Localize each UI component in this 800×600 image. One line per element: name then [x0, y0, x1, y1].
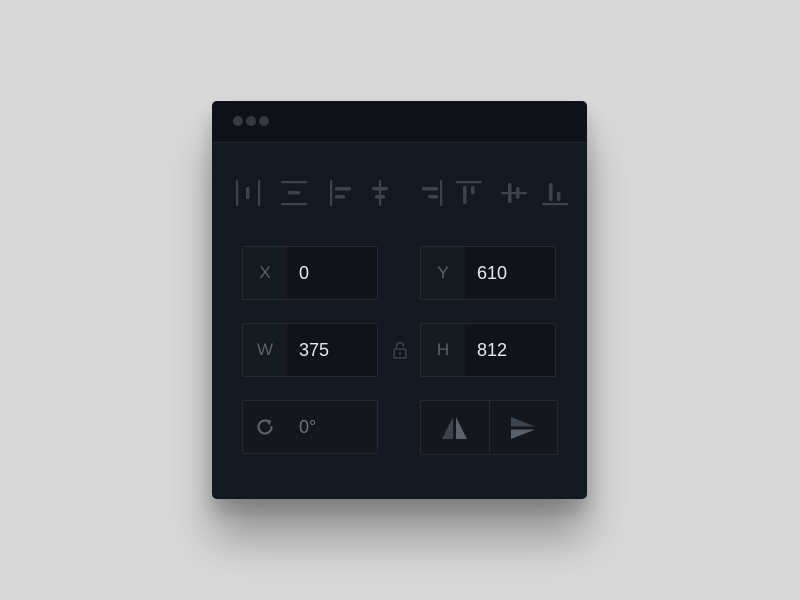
align-top-icon[interactable]: [456, 181, 482, 204]
align-middle-vertical-icon[interactable]: [501, 183, 527, 203]
height-field[interactable]: H 812: [420, 323, 556, 377]
close-button[interactable]: [233, 116, 243, 126]
inspector-window: X 0 Y 610 W 375 H 812 0°: [212, 101, 587, 499]
window-titlebar[interactable]: [212, 101, 587, 143]
flip-horizontal-icon: [441, 416, 467, 439]
x-input[interactable]: 0: [287, 247, 377, 299]
y-field[interactable]: Y 610: [420, 246, 556, 300]
distribute-horizontal-icon[interactable]: [236, 180, 261, 206]
x-label: X: [243, 247, 287, 299]
y-input[interactable]: 610: [465, 247, 555, 299]
rotation-field[interactable]: 0°: [242, 400, 378, 454]
align-bottom-icon[interactable]: [542, 183, 568, 206]
desktop-background: X 0 Y 610 W 375 H 812 0°: [0, 0, 800, 600]
flip-group: [420, 400, 558, 455]
alignment-toolbar: [234, 179, 570, 209]
unlock-icon[interactable]: [393, 341, 407, 359]
x-field[interactable]: X 0: [242, 246, 378, 300]
width-input[interactable]: 375: [287, 324, 377, 376]
width-field[interactable]: W 375: [242, 323, 378, 377]
height-label: H: [421, 324, 465, 376]
flip-horizontal-button[interactable]: [421, 401, 489, 454]
rotate-icon[interactable]: [243, 401, 287, 453]
align-center-horizontal-icon[interactable]: [372, 180, 388, 206]
height-input[interactable]: 812: [465, 324, 555, 376]
width-label: W: [243, 324, 287, 376]
minimize-button[interactable]: [246, 116, 256, 126]
y-label: Y: [421, 247, 465, 299]
align-left-icon[interactable]: [330, 180, 351, 206]
distribute-vertical-icon[interactable]: [281, 181, 307, 206]
zoom-button[interactable]: [259, 116, 269, 126]
flip-vertical-icon: [511, 416, 536, 439]
flip-vertical-button[interactable]: [488, 401, 558, 454]
rotation-input[interactable]: 0°: [287, 401, 377, 453]
window-controls: [233, 116, 269, 126]
align-right-icon[interactable]: [422, 180, 443, 206]
